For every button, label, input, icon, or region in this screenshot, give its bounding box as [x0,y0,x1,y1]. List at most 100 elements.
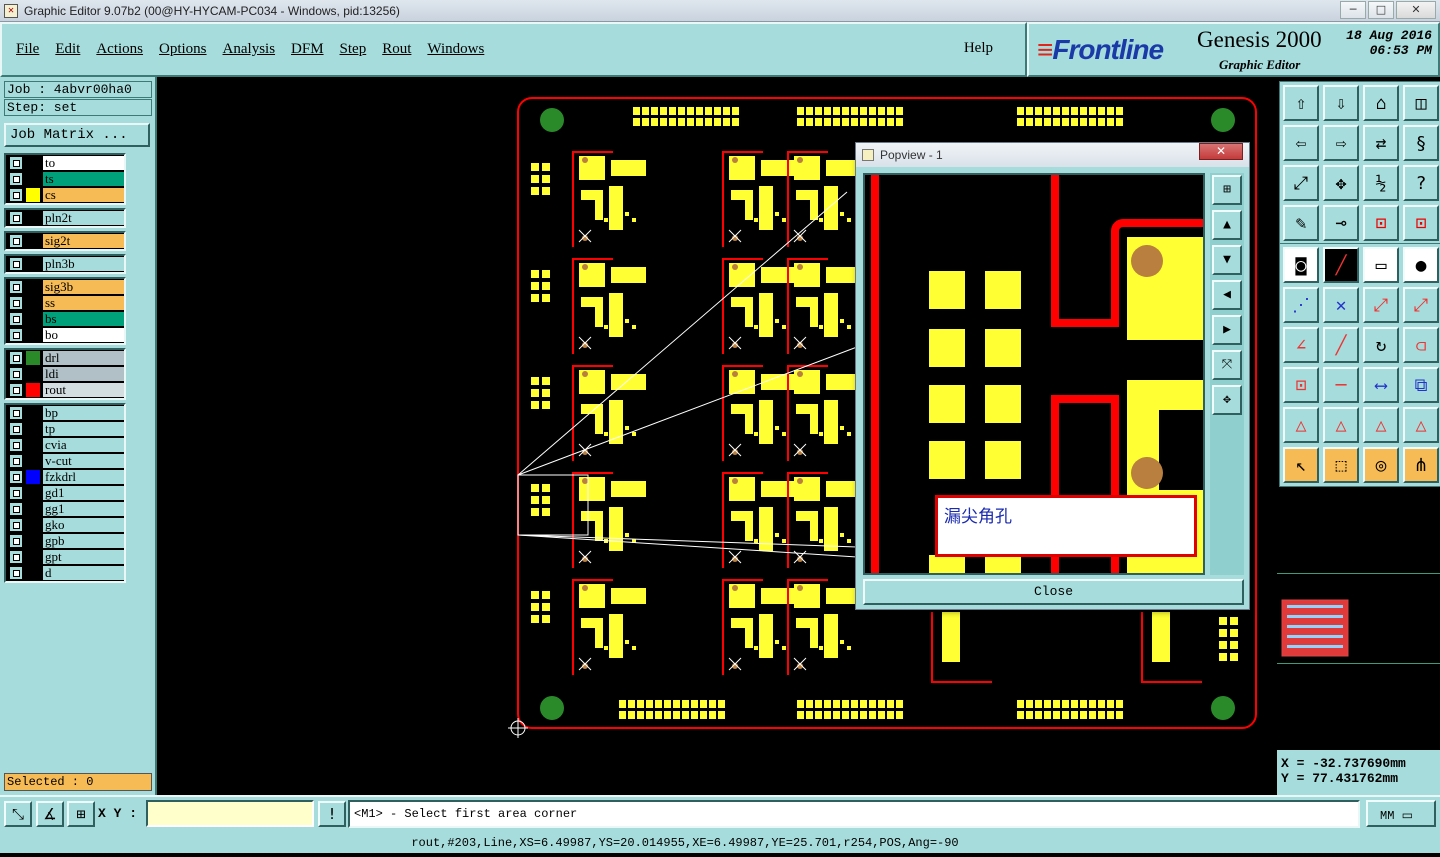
point-move-icon[interactable]: ⊡ [1283,367,1319,403]
close-window-button[interactable]: ✕ [1396,1,1436,19]
layer-row-gd1[interactable]: gd1 [6,485,124,501]
select-circle-icon[interactable]: ◎ [1363,447,1399,483]
popview-left-icon[interactable]: ◀ [1212,280,1242,310]
layer-row-ts[interactable]: ts [6,171,124,187]
xy-input[interactable] [146,800,314,827]
minimize-button[interactable]: ─ [1340,1,1366,19]
popview-up-icon[interactable]: ▲ [1212,210,1242,240]
layer-row-bo[interactable]: bo [6,327,124,343]
layer-row-fzkdrl[interactable]: fzkdrl [6,469,124,485]
popview-down-icon[interactable]: ▼ [1212,245,1242,275]
select-arrow-icon[interactable]: ↖ [1283,447,1319,483]
layer-checkbox[interactable] [9,534,23,548]
layer-checkbox[interactable] [9,312,23,326]
layer-checkbox[interactable] [9,234,23,248]
overview-thumbnail[interactable] [1281,599,1349,657]
scale-1-2-icon[interactable]: ½ [1363,165,1399,201]
layer-row-gg1[interactable]: gg1 [6,501,124,517]
layer-row-bs[interactable]: bs [6,311,124,327]
layer-checkbox[interactable] [9,422,23,436]
layer-row-gpb[interactable]: gpb [6,533,124,549]
menu-help[interactable]: Help [964,40,993,57]
popview-center-icon[interactable]: ✥ [1212,385,1242,415]
popview-zoom-icon[interactable]: ⊞ [1212,175,1242,205]
layer-row-pln3b[interactable]: pln3b [6,256,124,272]
select-box-icon[interactable]: ⬚ [1323,447,1359,483]
triangle-up-icon[interactable]: △ [1323,407,1359,443]
layer-checkbox[interactable] [9,280,23,294]
popview-close-button[interactable]: Close [863,579,1244,605]
layer-checkbox[interactable] [9,454,23,468]
maximize-button[interactable]: □ [1368,1,1394,19]
layer-checkbox[interactable] [9,438,23,452]
layer-checkbox[interactable] [9,367,23,381]
measure-icon[interactable]: ✎ [1283,205,1319,241]
pad-add-icon[interactable]: ◙ [1283,247,1319,283]
triangle-arc-icon[interactable]: △ [1363,407,1399,443]
angle-mode-icon[interactable]: ∡ [36,801,64,827]
layer-row-v-cut[interactable]: v-cut [6,453,124,469]
menu-actions[interactable]: Actions [96,41,143,58]
line-add-icon[interactable]: ╱ [1323,247,1359,283]
layer-row-cvia[interactable]: cvia [6,437,124,453]
alert-icon[interactable]: ! [318,801,346,827]
layer-color2-icon[interactable]: ⊡ [1403,205,1439,241]
popview-close-x[interactable]: ✕ [1199,143,1243,160]
window-split-icon[interactable]: ◫ [1403,85,1439,121]
job-matrix-button[interactable]: Job Matrix ... [4,123,150,147]
layer-row-to[interactable]: to [6,155,124,171]
menu-step[interactable]: Step [340,41,367,58]
snap-mode-icon[interactable]: ⤡ [4,801,32,827]
layer-row-ss[interactable]: ss [6,295,124,311]
help-query-icon[interactable]: ? [1403,165,1439,201]
layer-checkbox[interactable] [9,383,23,397]
layer-checkbox[interactable] [9,550,23,564]
pan-left-icon[interactable]: ⇦ [1283,125,1319,161]
layer-row-d[interactable]: d [6,565,124,581]
draw-line-icon[interactable]: ╱ [1323,327,1359,363]
layer-row-gko[interactable]: gko [6,517,124,533]
connect-icon[interactable]: ⋰ [1283,287,1319,323]
pan-up-icon[interactable]: ⇧ [1283,85,1319,121]
swap-icon[interactable]: ⇄ [1363,125,1399,161]
layer-row-tp[interactable]: tp [6,421,124,437]
layer-checkbox[interactable] [9,566,23,580]
layer-checkbox[interactable] [9,328,23,342]
popview-fit-icon[interactable]: ⤧ [1212,350,1242,380]
layer-checkbox[interactable] [9,257,23,271]
arc-icon[interactable]: ↻ [1363,327,1399,363]
layer-row-cs[interactable]: cs [6,187,124,203]
layer-row-gpt[interactable]: gpt [6,549,124,565]
menu-edit[interactable]: Edit [55,41,80,58]
layer-row-bp[interactable]: bp [6,405,124,421]
angle-icon[interactable]: ∠ [1283,327,1319,363]
pan-right-icon[interactable]: ⇨ [1323,125,1359,161]
layer-row-pln2t[interactable]: pln2t [6,210,124,226]
copy-point-icon[interactable]: ⤢ [1403,287,1439,323]
layer-checkbox[interactable] [9,296,23,310]
zoom-fit-icon[interactable]: ⤢ [1283,165,1319,201]
layer-checkbox[interactable] [9,351,23,365]
layer-checkbox[interactable] [9,470,23,484]
group-icon[interactable]: ⧉ [1403,367,1439,403]
flip-icon[interactable]: ⫏ [1403,327,1439,363]
layer-color-icon[interactable]: ⊡ [1363,205,1399,241]
annotation-note[interactable]: 漏尖角孔 [935,495,1197,557]
snap-icon[interactable]: ⊸ [1323,205,1359,241]
menu-analysis[interactable]: Analysis [223,41,276,58]
triangle-icon[interactable]: △ [1283,407,1319,443]
layer-checkbox[interactable] [9,188,23,202]
menu-file[interactable]: File [16,41,39,58]
layer-checkbox[interactable] [9,502,23,516]
ruler-icon[interactable]: ▭ [1363,247,1399,283]
popview-canvas[interactable]: 漏尖角孔 [863,173,1205,575]
layer-checkbox[interactable] [9,156,23,170]
triangle-split-icon[interactable]: △ [1403,407,1439,443]
cross-icon[interactable]: ✕ [1323,287,1359,323]
move-point-icon[interactable]: ⤢ [1363,287,1399,323]
circle-pad-icon[interactable]: ● [1403,247,1439,283]
menu-options[interactable]: Options [159,41,207,58]
units-select[interactable]: MM ▭ [1366,800,1436,827]
zoom-home-icon[interactable]: ✥ [1323,165,1359,201]
grid-mode-icon[interactable]: ⊞ [67,801,95,827]
